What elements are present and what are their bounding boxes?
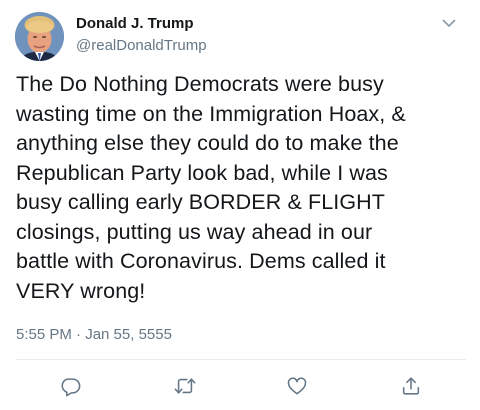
tweet-card: Donald J. Trump @realDonaldTrump The Do … — [0, 0, 480, 410]
author-handle[interactable]: @realDonaldTrump — [76, 36, 207, 56]
share-icon[interactable] — [397, 372, 425, 400]
author-display-name[interactable]: Donald J. Trump — [76, 14, 194, 34]
tweet-timestamp[interactable]: 5:55 PM · Jan 55, 5555 — [16, 325, 172, 345]
reply-icon[interactable] — [56, 372, 84, 400]
tweet-text-line: The Do Nothing Democrats were busy — [16, 72, 384, 96]
retweet-icon[interactable] — [171, 372, 199, 400]
tweet-text: The Do Nothing Democrats were busy wasti… — [16, 70, 466, 306]
chevron-down-icon[interactable] — [438, 14, 460, 32]
avatar-image — [15, 12, 64, 61]
avatar[interactable] — [15, 12, 64, 61]
tweet-text-line: anything else they could do to make the — [16, 131, 399, 155]
tweet-text-line: VERY wrong! — [16, 278, 146, 303]
action-bar — [0, 372, 480, 400]
divider — [16, 359, 466, 360]
tweet-text-line: closings, putting us way ahead in our — [16, 219, 373, 244]
heart-icon[interactable] — [283, 372, 311, 400]
tweet-text-line: busy calling early BORDER & FLIGHT — [16, 190, 386, 214]
tweet-text-line: battle with Coronavirus. Dems called it — [16, 249, 386, 273]
tweet-text-line: wasting time on the Immigration Hoax, & — [16, 101, 406, 126]
tweet-text-line: Republican Party look bad, while I was — [16, 160, 388, 185]
